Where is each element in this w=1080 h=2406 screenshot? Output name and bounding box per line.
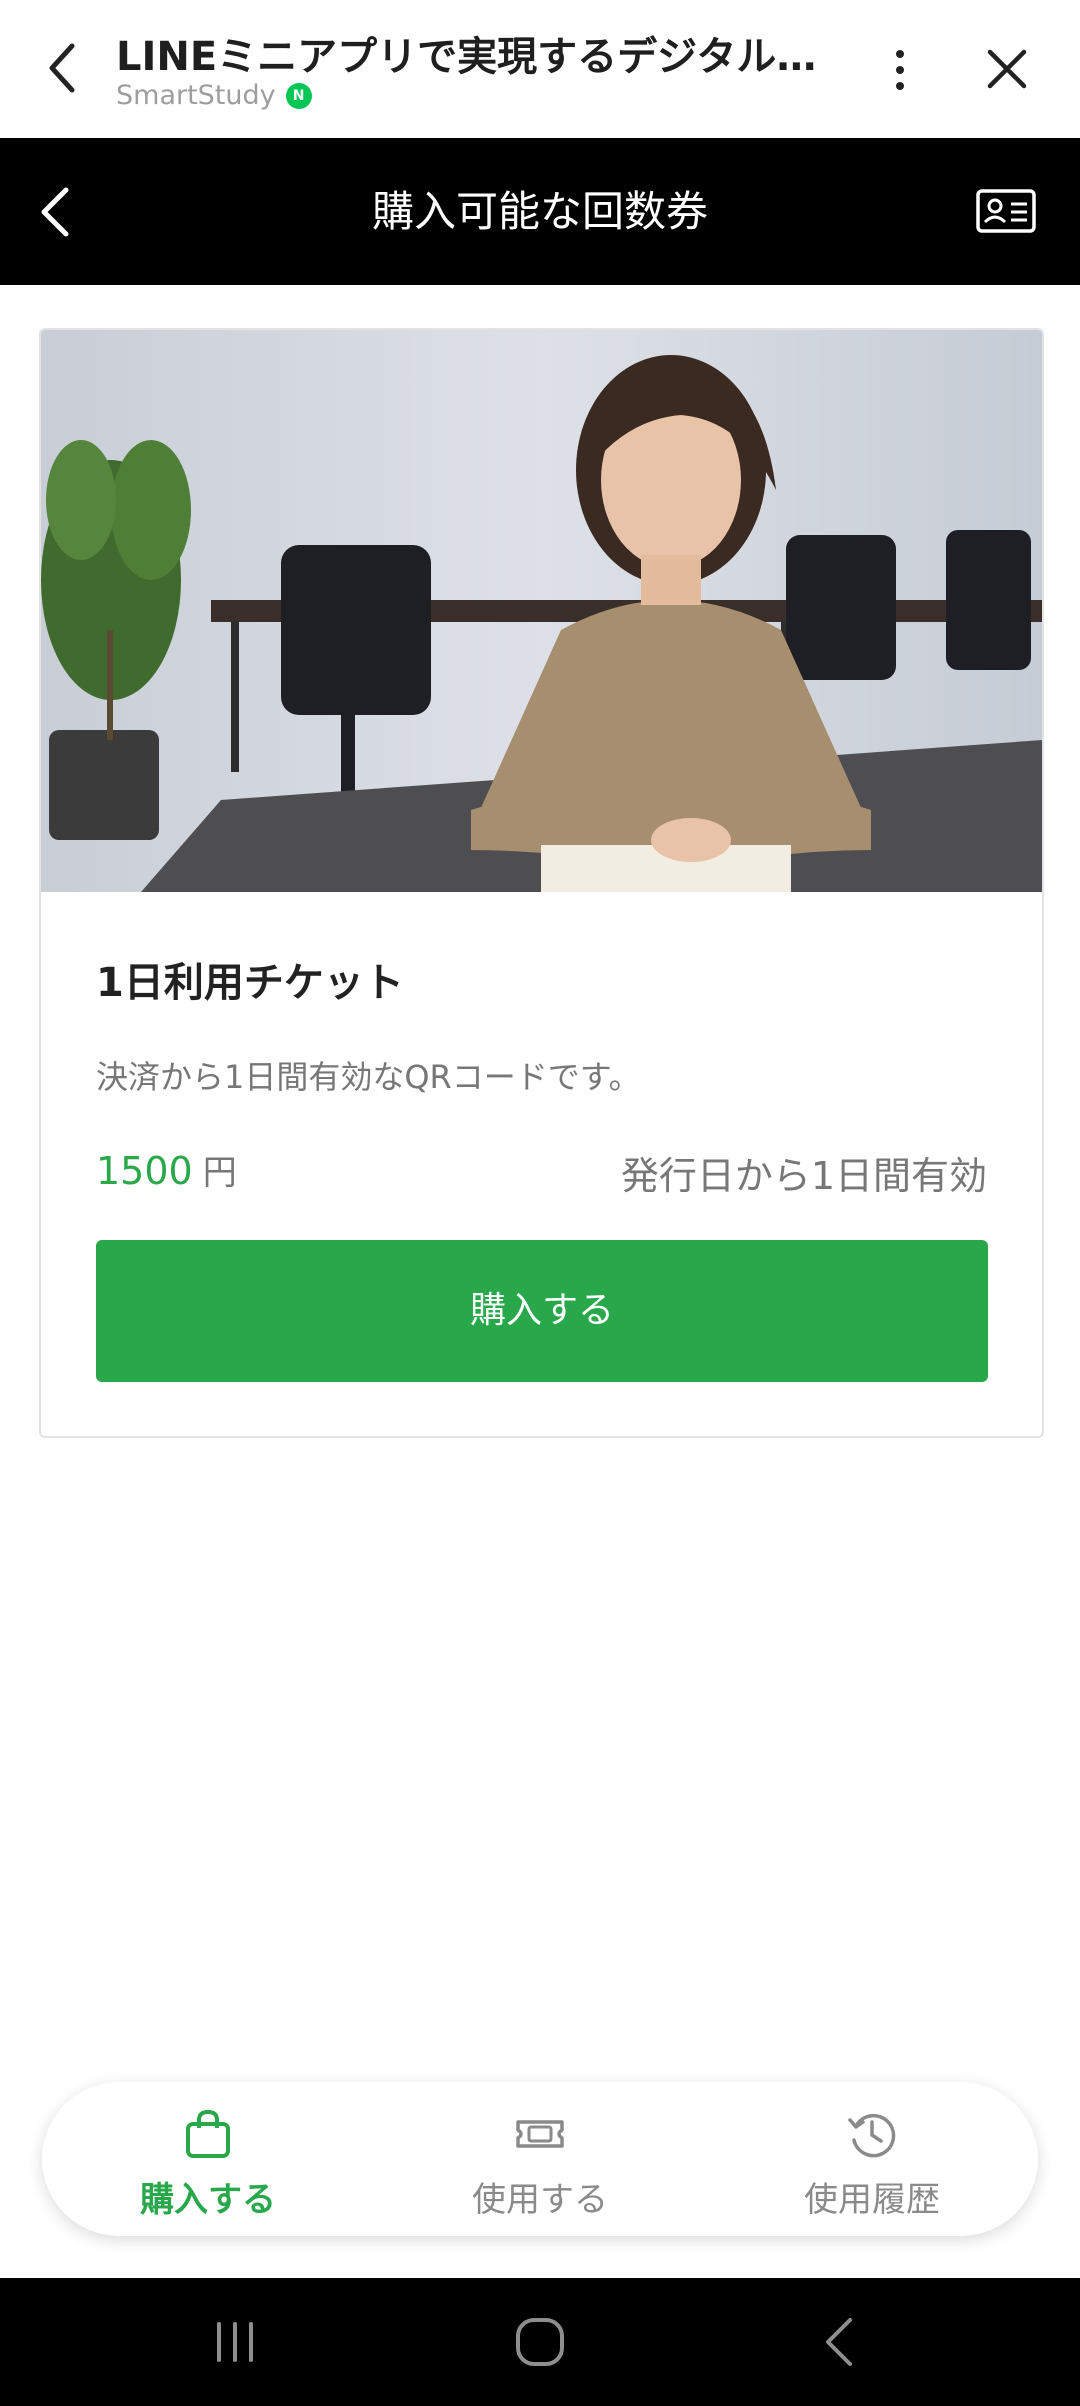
back-icon[interactable] bbox=[38, 36, 88, 100]
nav-item-purchase[interactable]: 購入する bbox=[42, 2082, 374, 2236]
ticket-icon bbox=[516, 2120, 564, 2148]
nav-label: 使用する bbox=[472, 2180, 608, 2220]
mini-app-title: LINEミニアプリで実現するデジタル… bbox=[116, 34, 816, 80]
page-title: 購入可能な回数券 bbox=[371, 187, 708, 236]
nav-label: 購入する bbox=[140, 2180, 276, 2220]
history-icon bbox=[848, 2113, 896, 2158]
app-bar: 購入可能な回数券 bbox=[0, 138, 1080, 285]
price-unit: 円 bbox=[202, 1153, 237, 1193]
nav-item-use[interactable]: 使用する bbox=[374, 2082, 706, 2236]
back-icon[interactable] bbox=[36, 184, 76, 240]
verified-badge-icon: N bbox=[285, 82, 312, 109]
home-icon[interactable] bbox=[510, 2312, 570, 2372]
system-nav-bar bbox=[0, 2278, 1080, 2406]
price-value: 1500 bbox=[96, 1149, 193, 1193]
ticket-card: 1日利用チケット 決済から1日間有効なQRコードです。 1500 円 発行日から1… bbox=[39, 328, 1044, 1438]
more-options-icon[interactable] bbox=[880, 40, 920, 100]
close-icon[interactable] bbox=[982, 44, 1032, 94]
ticket-price: 1500 円 bbox=[96, 1145, 237, 1194]
nav-label: 使用履歴 bbox=[804, 2180, 940, 2220]
ticket-photo bbox=[41, 330, 1042, 892]
member-card-icon[interactable] bbox=[975, 188, 1037, 234]
ticket-name: 1日利用チケット bbox=[96, 960, 404, 1006]
liff-header: LINEミニアプリで実現するデジタル… SmartStudy N bbox=[0, 0, 1080, 138]
ticket-validity: 発行日から1日間有効 bbox=[620, 1154, 987, 1198]
system-back-icon[interactable] bbox=[810, 2312, 870, 2372]
buy-button[interactable]: 購入する bbox=[96, 1240, 988, 1382]
bottom-nav: 購入する 使用する 使用履歴 bbox=[42, 2082, 1038, 2236]
recent-apps-icon[interactable] bbox=[205, 2312, 265, 2372]
provider-name: SmartStudy bbox=[116, 80, 276, 111]
shopping-bag-icon bbox=[186, 2109, 230, 2158]
ticket-description: 決済から1日間有効なQRコードです。 bbox=[96, 1058, 641, 1096]
nav-item-history[interactable]: 使用履歴 bbox=[706, 2082, 1038, 2236]
provider-info: SmartStudy N bbox=[116, 80, 312, 111]
